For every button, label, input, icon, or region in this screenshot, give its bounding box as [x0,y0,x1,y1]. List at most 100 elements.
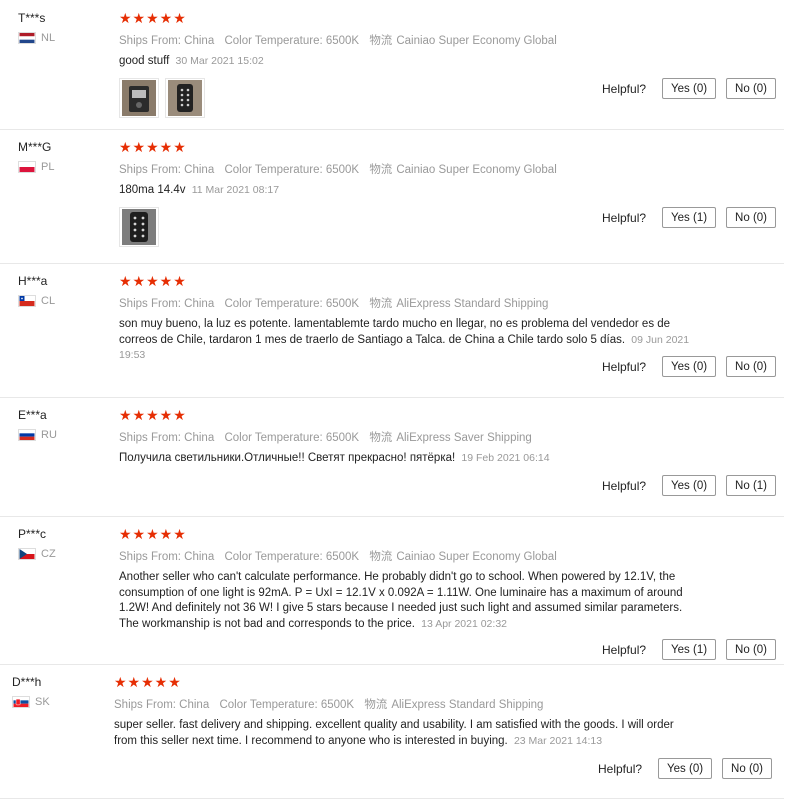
reviewer-info: M***G PL [18,139,108,173]
review-content: Another seller who can't calculate perfo… [119,571,683,630]
helpful-no-button[interactable]: No (0) [726,78,776,99]
review-meta: Ships From: China Color Temperature: 650… [119,297,699,311]
logistics-method: AliExpress Standard Shipping [391,699,544,711]
helpful-label: Helpful? [602,210,647,225]
review-date: 30 Mar 2021 15:02 [175,55,264,67]
helpful-votes: Helpful? Yes (0) No (1) [602,475,776,496]
review-content: good stuff [119,55,170,67]
color-temperature: Color Temperature: 6500K [224,298,360,310]
review-body: ★★★★★ Ships From: China Color Temperatur… [119,10,699,118]
star-rating: ★★★★★ [119,139,187,155]
ships-from: Ships From: China [119,35,215,47]
helpful-votes: Helpful? Yes (1) No (0) [602,639,776,660]
ships-from: Ships From: China [119,432,215,444]
logistics-method: Cainiao Super Economy Global [396,164,557,176]
color-temperature: Color Temperature: 6500K [224,35,360,47]
logistics-method: AliExpress Standard Shipping [396,298,549,310]
reviewer-country: SK [12,696,102,708]
reviewer-name: P***c [18,527,47,541]
country-code: NL [41,32,56,44]
review-item: P***c CZ ★★★★★ Ships From: China Color T… [0,516,784,665]
review-content: 180ma 14.4v [119,184,186,196]
review-body: ★★★★★ Ships From: China Color Temperatur… [119,526,699,632]
reviewer-country: CL [18,295,108,307]
reviewer-country: RU [18,429,108,441]
helpful-yes-button[interactable]: Yes (0) [662,475,717,496]
review-photo-thumbnail[interactable] [119,206,159,247]
review-body: ★★★★★ Ships From: China Color Temperatur… [119,273,699,364]
reviewer-info: D***h SK [12,674,102,708]
reviewer-info: H***a CL [18,273,108,307]
helpful-votes: Helpful? Yes (0) No (0) [602,356,776,377]
helpful-votes: Helpful? Yes (1) No (0) [602,207,776,228]
country-code: CL [41,295,56,307]
reviewer-name: T***s [18,11,46,25]
helpful-yes-button[interactable]: Yes (1) [662,207,717,228]
helpful-no-button[interactable]: No (0) [726,207,776,228]
review-meta: Ships From: China Color Temperature: 650… [119,550,699,564]
logistics-label: 物流 [369,551,393,563]
reviewer-name: H***a [18,274,48,288]
helpful-yes-button[interactable]: Yes (0) [662,78,717,99]
ships-from: Ships From: China [119,164,215,176]
reviewer-country: CZ [18,548,108,560]
helpful-label: Helpful? [598,761,643,776]
review-text: Получила светильники.Отличные!! Светят п… [119,451,699,467]
review-text: good stuff 30 Mar 2021 15:02 [119,54,699,70]
review-photo-thumbnail[interactable] [119,77,159,118]
flag-cl-icon [18,295,36,307]
review-meta: Ships From: China Color Temperature: 650… [119,163,699,177]
review-body: ★★★★★ Ships From: China Color Temperatur… [119,139,699,247]
helpful-votes: Helpful? Yes (0) No (0) [598,758,772,779]
logistics-label: 物流 [364,699,388,711]
logistics-label: 物流 [369,432,393,444]
review-text: super seller. fast delivery and shipping… [114,718,694,749]
review-date: 11 Mar 2021 08:17 [191,184,280,196]
ships-from: Ships From: China [119,551,215,563]
helpful-no-button[interactable]: No (0) [722,758,772,779]
country-code: SK [35,696,50,708]
review-photo-thumbnail[interactable] [165,77,205,118]
review-item: D***h SK ★★★★★ Ships From: China Color T… [0,664,784,799]
reviewer-name: D***h [12,675,42,689]
review-item: H***a CL ★★★★★ Ships From: China Color T… [0,263,784,398]
country-code: PL [41,161,55,173]
reviewer-country: NL [18,32,108,44]
star-rating: ★★★★★ [119,10,187,26]
review-text: 180ma 14.4v 11 Mar 2021 08:17 [119,183,699,199]
logistics-label: 物流 [369,35,393,47]
review-item: M***G PL ★★★★★ Ships From: China Color T… [0,129,784,264]
ships-from: Ships From: China [119,298,215,310]
reviewer-info: E***a RU [18,407,108,441]
review-meta: Ships From: China Color Temperature: 650… [119,34,699,48]
ships-from: Ships From: China [114,699,210,711]
star-rating: ★★★★★ [119,526,187,542]
helpful-no-button[interactable]: No (1) [726,475,776,496]
review-item: T***s NL ★★★★★ Ships From: China Color T… [0,0,784,130]
review-date: 23 Mar 2021 14:13 [513,734,603,747]
helpful-no-button[interactable]: No (0) [726,356,776,377]
helpful-label: Helpful? [602,642,647,657]
color-temperature: Color Temperature: 6500K [219,699,355,711]
review-body: ★★★★★ Ships From: China Color Temperatur… [119,407,699,467]
review-list: T***s NL ★★★★★ Ships From: China Color T… [0,0,800,800]
helpful-no-button[interactable]: No (0) [726,639,776,660]
logistics-label: 物流 [369,164,393,176]
logistics-method: Cainiao Super Economy Global [396,551,557,563]
flag-ru-icon [18,429,36,441]
reviewer-country: PL [18,161,108,173]
helpful-yes-button[interactable]: Yes (0) [662,356,717,377]
reviewer-info: P***c CZ [18,526,108,560]
review-date: 13 Apr 2021 02:32 [421,617,507,630]
logistics-label: 物流 [369,298,393,310]
logistics-method: Cainiao Super Economy Global [396,35,557,47]
reviewer-info: T***s NL [18,10,108,44]
country-code: CZ [41,548,56,560]
country-code: RU [41,429,57,441]
flag-nl-icon [18,32,36,44]
flag-pl-icon [18,161,36,173]
review-content: son muy bueno, la luz es potente. lament… [119,318,671,346]
helpful-yes-button[interactable]: Yes (1) [662,639,717,660]
helpful-yes-button[interactable]: Yes (0) [658,758,713,779]
color-temperature: Color Temperature: 6500K [224,164,360,176]
